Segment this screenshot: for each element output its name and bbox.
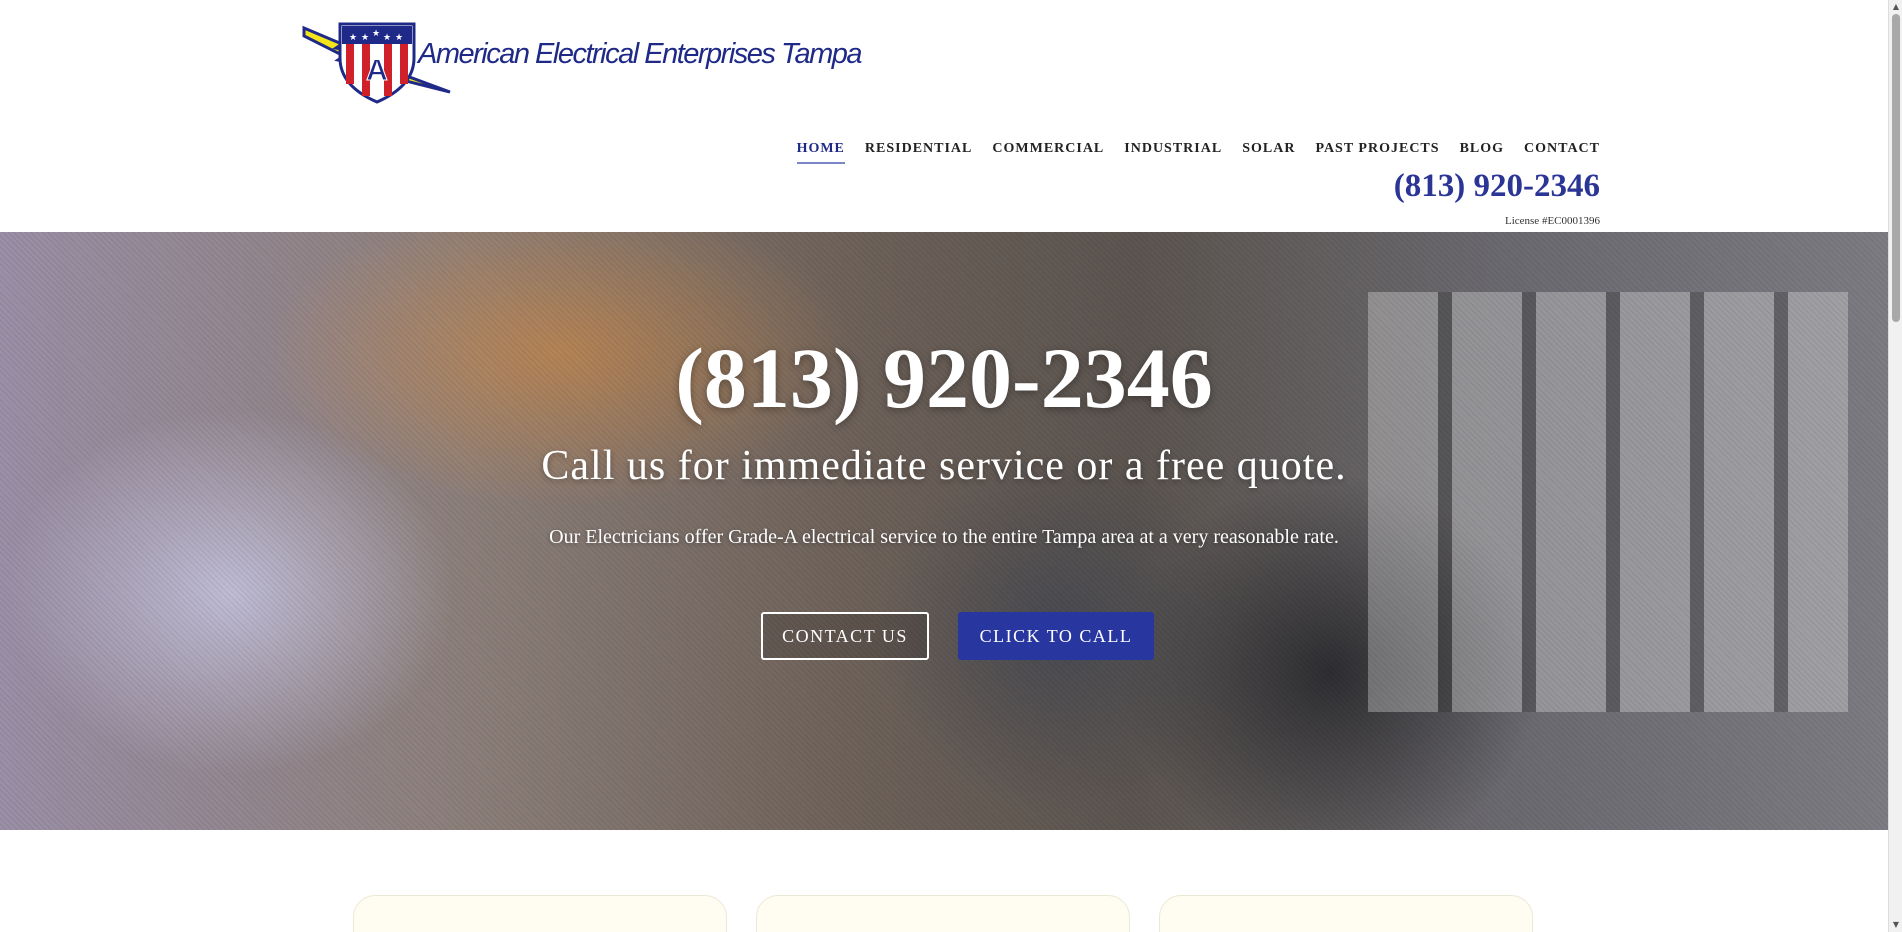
- nav-item-blog[interactable]: BLOG: [1460, 141, 1504, 164]
- feature-card: [353, 895, 727, 932]
- scroll-up-arrow-icon[interactable]: ▲: [1891, 2, 1901, 12]
- click-to-call-button[interactable]: CLICK TO CALL: [958, 612, 1154, 660]
- nav-item-residential[interactable]: RESIDENTIAL: [865, 141, 972, 164]
- scroll-down-arrow-icon[interactable]: ▼: [1891, 920, 1901, 930]
- nav-item-contact[interactable]: CONTACT: [1524, 141, 1600, 164]
- nav-item-solar[interactable]: SOLAR: [1242, 141, 1295, 164]
- hero-subtitle: Call us for immediate service or a free …: [541, 443, 1347, 489]
- feature-card: [1159, 895, 1533, 932]
- svg-text:★: ★: [372, 29, 380, 39]
- feature-card: [756, 895, 1130, 932]
- contact-us-button[interactable]: CONTACT US: [761, 612, 929, 660]
- license-number: License #EC0001396: [1504, 215, 1600, 227]
- site-header: ★ ★ ★ ★ ★ A American Electrical Enterprises …: [0, 0, 1888, 232]
- svg-text:★: ★: [383, 33, 391, 43]
- nav-item-past-projects[interactable]: PAST PROJECTS: [1315, 141, 1439, 164]
- svg-text:A: A: [366, 54, 388, 87]
- feature-cards: [0, 895, 1888, 932]
- hero-phone-number[interactable]: (813) 920-2346: [0, 328, 1888, 428]
- main-nav: HOME RESIDENTIAL COMMERCIAL INDUSTRIAL S…: [777, 141, 1600, 164]
- header-phone-link[interactable]: (813) 920-2346: [1394, 168, 1600, 205]
- svg-text:★: ★: [395, 33, 403, 43]
- nav-item-industrial[interactable]: INDUSTRIAL: [1124, 141, 1222, 164]
- nav-item-home[interactable]: HOME: [796, 141, 845, 164]
- nav-item-commercial[interactable]: COMMERCIAL: [992, 141, 1104, 164]
- page-scrollbar[interactable]: ▲ ▼: [1888, 0, 1902, 932]
- svg-text:★: ★: [349, 33, 357, 43]
- svg-text:★: ★: [361, 33, 369, 43]
- brand-name: American Electrical Enterprises Tampa: [418, 38, 863, 70]
- scrollbar-thumb[interactable]: [1892, 14, 1900, 322]
- hero-description: Our Electricians offer Grade-A electrica…: [549, 526, 1339, 548]
- hero-banner: (813) 920-2346 Call us for immediate ser…: [0, 232, 1888, 830]
